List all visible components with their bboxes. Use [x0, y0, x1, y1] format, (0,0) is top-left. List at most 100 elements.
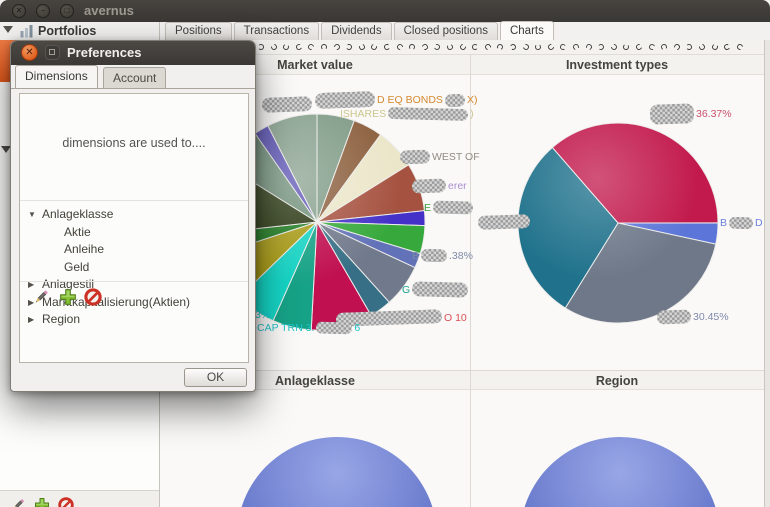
redaction-scribble: [477, 214, 531, 230]
redacted-mark: [597, 43, 605, 51]
expander-down-icon[interactable]: [3, 26, 13, 33]
window-right-border: [764, 40, 770, 507]
add-plus-icon[interactable]: [59, 288, 77, 306]
avernus-window: ✕ − □ avernus Portfolios Positions Trans…: [0, 0, 770, 507]
redacted-mark: [433, 43, 442, 51]
tab-charts[interactable]: Charts: [499, 21, 554, 40]
redacted-pie-label: ISHARES): [340, 106, 474, 122]
tree-row-anlageklasse[interactable]: ▼ Anlageklasse: [20, 206, 248, 224]
redacted-mark: [634, 42, 644, 52]
dialog-close-icon[interactable]: ✕: [21, 44, 38, 61]
tab-dividends[interactable]: Dividends: [321, 22, 392, 40]
dialog-titlebar[interactable]: ✕ Preferences: [11, 41, 255, 65]
portfolios-chart-icon: [20, 24, 34, 38]
remove-block-icon[interactable]: [84, 288, 102, 306]
window-titlebar[interactable]: ✕ − □ avernus: [0, 0, 770, 22]
pie-label-fragment: G: [402, 283, 411, 296]
dimensions-panel: dimensions are used to.... ▼ Anlageklasse…: [19, 93, 249, 363]
redacted-pie-label: B D 3.4%: [720, 216, 764, 230]
pie-label-fragment: D 3.4%: [755, 217, 764, 229]
redacted-mark: [559, 43, 567, 51]
redacted-mark: [735, 42, 744, 52]
redacted-mark: [609, 42, 619, 52]
dialog-restore-icon[interactable]: [45, 45, 60, 60]
tab-closed-positions[interactable]: Closed positions: [393, 22, 498, 40]
ok-button[interactable]: OK: [184, 368, 247, 387]
tree-item-label: Region: [42, 312, 81, 326]
pie-label-fragment: B: [412, 249, 420, 262]
tab-transactions[interactable]: Transactions: [233, 22, 320, 40]
dialog-tab-dimensions[interactable]: Dimensions: [15, 65, 98, 88]
redacted-mark: [345, 43, 353, 51]
dialog-title: Preferences: [67, 45, 142, 60]
tree-row-anleihe[interactable]: Anleihe: [20, 241, 248, 259]
redacted-pie-label: E: [424, 200, 474, 215]
remove-block-icon[interactable]: [58, 497, 74, 507]
pie-label-fragment: CAP TRN 3.: [257, 322, 315, 334]
window-maximize-icon[interactable]: □: [60, 4, 74, 18]
pie-label-fragment: B: [720, 217, 728, 229]
redacted-mark: [509, 43, 517, 51]
redacted-pie-label: WEST OF: [399, 149, 480, 165]
anlageklasse-pie-chart[interactable]: [237, 437, 437, 507]
dialog-tabbar: Dimensions Account: [11, 65, 255, 88]
redacted-mark: [660, 43, 668, 51]
redaction-scribble: [387, 106, 469, 122]
pie-shine: [518, 123, 718, 323]
redacted-mark: [496, 43, 505, 51]
redacted-mark: [269, 42, 278, 52]
redacted-pie-label: CAP TRN 3. 6: [257, 321, 361, 335]
tree-row-region[interactable]: ▶ Region: [20, 311, 248, 329]
redacted-pie-label: erer: [411, 178, 467, 194]
pie-label-fragment: ): [470, 108, 474, 120]
pie-label-fragment: X): [466, 94, 478, 106]
add-plus-icon[interactable]: [34, 497, 50, 507]
dialog-tab-account[interactable]: Account: [103, 67, 167, 88]
window-minimize-icon[interactable]: −: [36, 4, 50, 18]
tree-row-geld[interactable]: Geld: [20, 259, 248, 277]
redacted-pie-label: 36.37%: [649, 103, 732, 125]
pie-label-fragment: O 10: [444, 312, 467, 324]
tree-row-aktie[interactable]: Aktie: [20, 224, 248, 242]
redacted-mark: [408, 43, 416, 51]
chart-cell-divider: [470, 55, 471, 507]
edit-pencil-icon[interactable]: [10, 497, 26, 507]
tree-item-label: Geld: [64, 259, 90, 274]
redaction-scribble: [649, 103, 695, 125]
redacted-mark: [623, 43, 630, 51]
pie-label-fragment: E: [424, 201, 432, 214]
window-close-icon[interactable]: ✕: [12, 4, 26, 18]
redacted-mark: [395, 42, 404, 52]
redaction-scribble: [316, 321, 353, 335]
edit-pencil-icon[interactable]: [32, 288, 50, 306]
redacted-pie-label: B .38%: [412, 248, 473, 263]
redaction-scribble: [261, 96, 313, 113]
redacted-mark: [483, 42, 492, 52]
expander-right-icon[interactable]: ▶: [28, 315, 34, 324]
redacted-mark: [710, 43, 719, 51]
redaction-scribble: [728, 216, 754, 230]
redacted-mark: [446, 43, 454, 51]
pie-label-fragment: 30.45%: [693, 311, 729, 323]
region-pie-chart[interactable]: [520, 437, 720, 507]
pie-label-fragment: 6: [354, 322, 361, 334]
portfolios-header[interactable]: Portfolios: [0, 22, 159, 40]
chart-title-investment-types: Investment types: [565, 58, 669, 72]
tree-item-label: Anlageklasse: [42, 207, 114, 221]
redacted-mark: [546, 42, 556, 52]
redacted-pie-label: 30.45%: [656, 309, 729, 325]
pie-label-fragment: 36.37%: [696, 108, 732, 120]
redacted-mark: [697, 42, 707, 52]
redaction-scribble: [420, 248, 448, 263]
pie-label-fragment: WEST OF: [432, 151, 480, 163]
redacted-mark: [320, 43, 328, 51]
dimensions-tree: ▼ Anlageklasse Aktie Anleihe Geld ▶ Anlagestil…: [20, 206, 248, 329]
redacted-mark: [282, 43, 290, 51]
expander-down-icon[interactable]: ▼: [28, 210, 36, 219]
redaction-scribble: [444, 93, 466, 107]
icons-divider: [20, 281, 248, 282]
tab-positions[interactable]: Positions: [165, 22, 232, 40]
pie-label-fragment: ISHARES: [340, 108, 387, 120]
dialog-tab-divider: [11, 88, 255, 89]
chart-title-region: Region: [595, 374, 639, 388]
